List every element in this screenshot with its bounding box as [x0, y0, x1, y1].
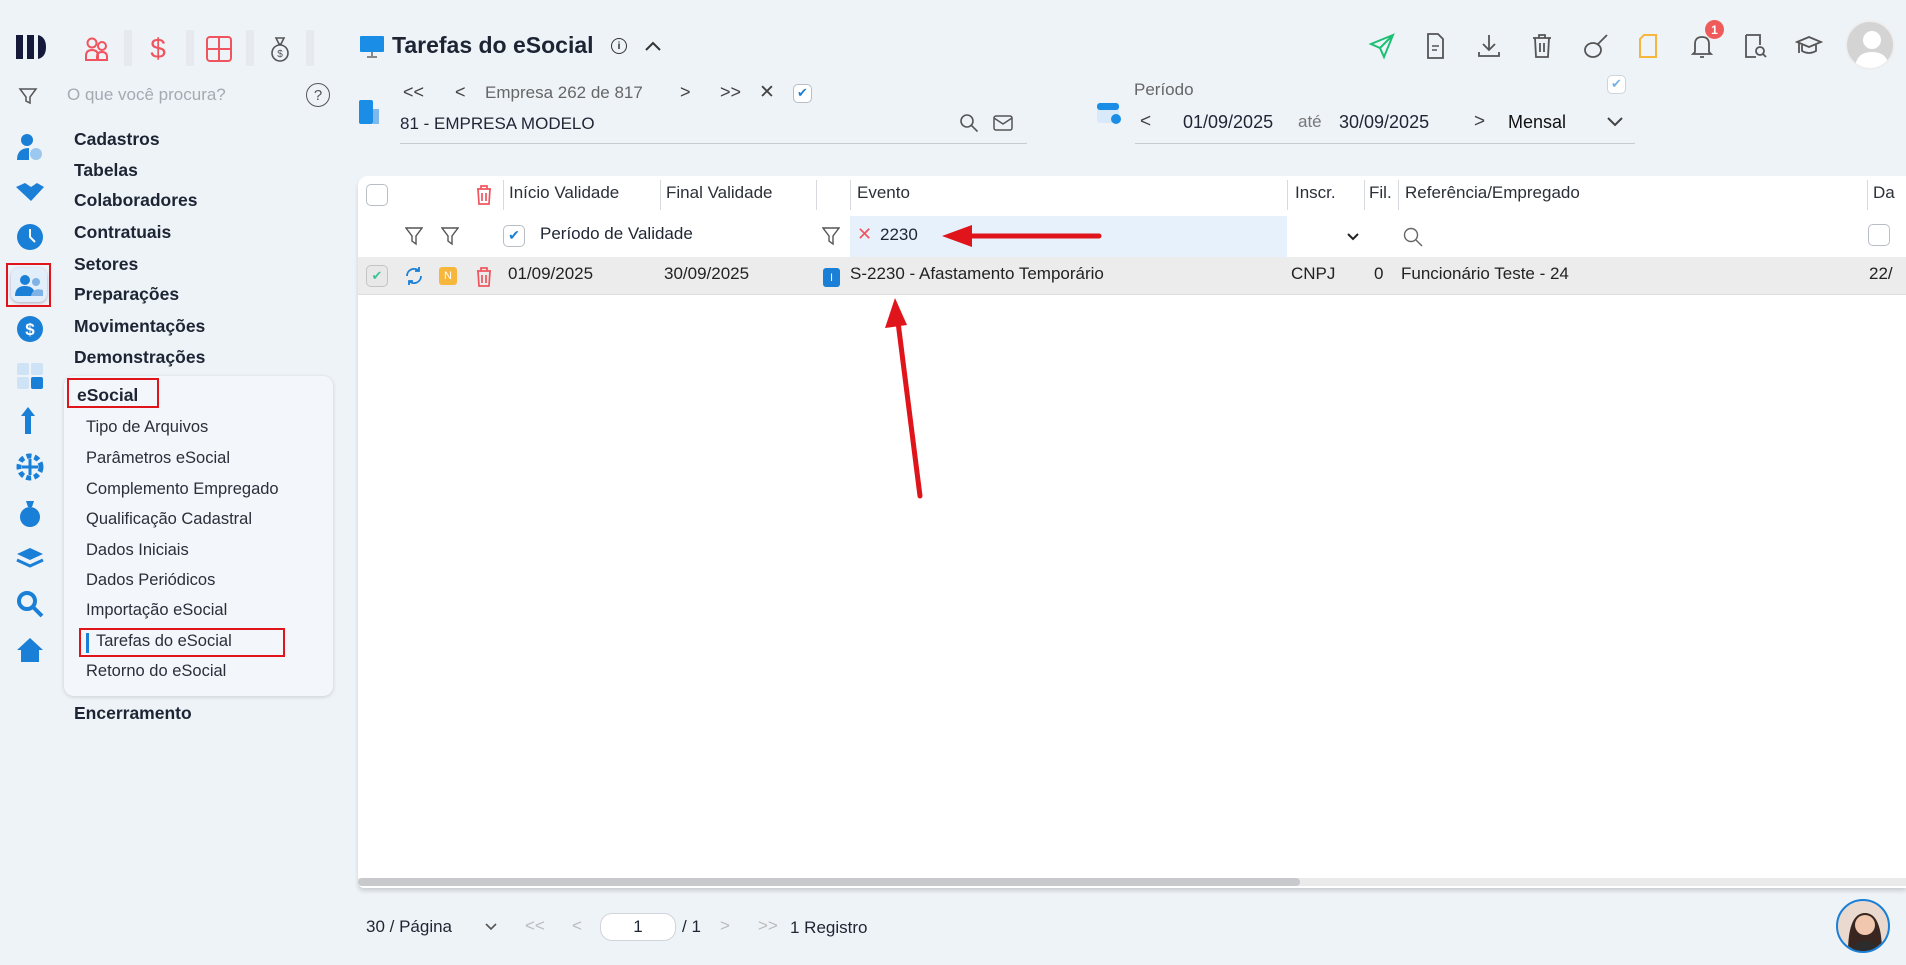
total-pages: / 1 [682, 917, 701, 936]
annotation-arrow-horizontal [942, 225, 1102, 247]
annotation-arrows [885, 225, 1102, 499]
assistant-avatar[interactable] [1836, 899, 1890, 953]
first-page-button[interactable]: << [525, 916, 545, 936]
page-input[interactable]: 1 [600, 913, 676, 941]
chevron-down-icon[interactable] [482, 920, 500, 934]
record-count: 1 Registro [790, 918, 868, 937]
per-page-select[interactable]: 30 / Página [366, 917, 452, 937]
last-page-button[interactable]: >> [758, 916, 778, 936]
annotation-arrow-vertical [885, 298, 923, 499]
prev-page-button[interactable]: < [572, 916, 582, 936]
next-page-button[interactable]: > [720, 916, 730, 936]
